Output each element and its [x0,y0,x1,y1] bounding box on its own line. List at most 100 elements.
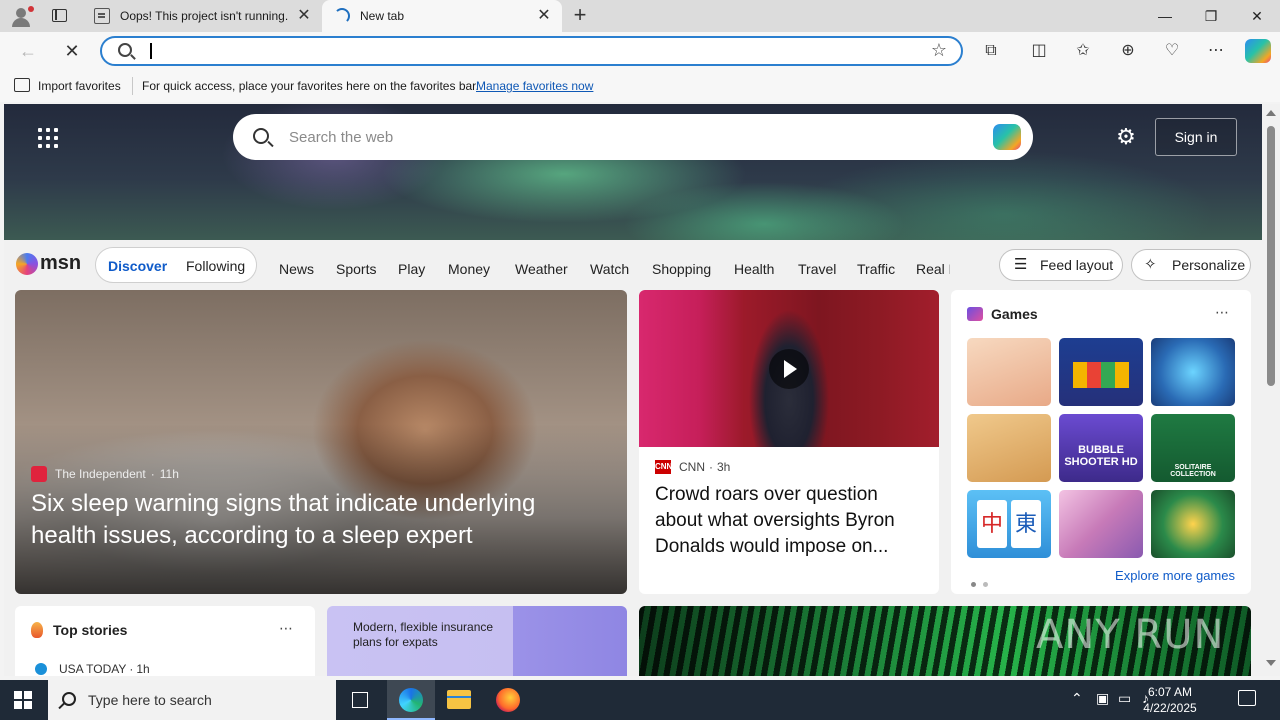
copilot-icon[interactable] [993,124,1021,150]
tab-discover[interactable]: Discover [108,258,167,274]
msn-nav-bar: msn Discover Following News Sports Play … [4,240,1262,290]
feed-layout-button[interactable]: ☰ Feed layout [999,249,1123,281]
page-icon [94,8,110,24]
nav-watch[interactable]: Watch [590,261,629,277]
explore-more-games-link[interactable]: Explore more games [1115,568,1235,583]
more-options-icon[interactable]: ⋯ [1215,304,1229,321]
manage-favorites-link[interactable]: Manage favorites now [476,79,593,93]
close-window-button[interactable]: ✕ [1234,0,1280,32]
games-icon [967,307,983,321]
clock-date: 4/22/2025 [1143,701,1197,715]
close-tab-icon[interactable]: ✕ [294,6,314,26]
network-icon[interactable]: ▭ [1118,690,1131,707]
nav-traffic[interactable]: Traffic [857,261,895,277]
personalize-button[interactable]: ✧ Personalize [1131,249,1251,281]
file-explorer-button[interactable] [435,680,483,720]
favorites-bar: Import favorites For quick access, place… [0,70,1280,102]
split-screen-icon[interactable]: ◫ [1027,40,1051,62]
favorite-star-icon[interactable]: ☆ [931,40,947,61]
game-tile-mahjong[interactable]: 中 東 [967,490,1051,558]
browser-essentials-icon[interactable]: ♡ [1160,40,1184,62]
more-options-icon[interactable]: ⋯ [279,620,293,637]
edge-taskbar-button[interactable] [387,680,435,720]
collections-icon[interactable]: ⊕ [1116,40,1140,62]
tab-actions-icon[interactable] [50,6,70,26]
address-bar[interactable]: ☆ [100,36,963,66]
new-tab-button[interactable]: + [568,4,592,28]
sign-in-button[interactable]: Sign in [1155,118,1237,156]
nav-news[interactable]: News [279,261,314,277]
tab-title: Oops! This project isn't running. [120,9,289,23]
publisher-logo [35,663,47,675]
hero-article-card[interactable]: The Independent · 11h Six sleep warning … [15,290,627,594]
nav-shopping[interactable]: Shopping [652,261,711,277]
nav-weather[interactable]: Weather [515,261,568,277]
clock[interactable]: 6:07 AM 4/22/2025 [1140,684,1200,716]
back-button[interactable]: ← [14,39,42,63]
stop-loading-button[interactable]: ✕ [58,39,86,63]
start-button[interactable] [14,691,32,709]
settings-more-icon[interactable]: ⋯ [1204,40,1228,62]
flame-icon [31,622,43,638]
publisher-logo [31,466,47,482]
nav-travel[interactable]: Travel [798,261,836,277]
ad-card[interactable]: Modern, flexible insurance plans for exp… [327,606,627,676]
nav-play[interactable]: Play [398,261,425,277]
play-icon[interactable] [769,349,809,389]
firefox-button[interactable] [484,680,532,720]
task-view-button[interactable] [336,680,384,720]
minimize-button[interactable]: — [1142,0,1188,32]
publisher-logo: CNN [655,460,672,474]
tab-new-tab[interactable]: New tab ✕ [322,0,562,32]
game-tile-bubble-shooter[interactable]: BUBBLE SHOOTER HD [1059,414,1143,482]
article-title[interactable]: Six sleep warning signs that indicate un… [31,488,591,552]
gear-icon[interactable]: ⚙ [1115,126,1137,148]
nav-health[interactable]: Health [734,261,774,277]
article-title[interactable]: Crowd roars over question about what ove… [655,482,927,560]
restore-button[interactable]: ❐ [1188,0,1234,32]
taskbar-search-box[interactable]: Type here to search [48,680,336,720]
scroll-thumb[interactable] [1267,126,1275,386]
tab-oops-project[interactable]: Oops! This project isn't running. ✕ [82,0,322,32]
tab-following[interactable]: Following [186,258,245,274]
nav-money[interactable]: Money [448,261,490,277]
game-tile[interactable] [967,338,1051,406]
navigation-bar: ← ✕ ☆ ⧉ ◫ ✩ ⊕ ♡ ⋯ [0,32,1280,70]
nav-sports[interactable]: Sports [336,261,376,277]
device-icon[interactable]: ▣ [1096,690,1109,707]
watermark-logo: ANY RUN [1036,612,1225,658]
import-favorites-button[interactable]: Import favorites [38,79,121,93]
article-source: The Independent · 11h [31,466,179,482]
scroll-up-arrow-icon[interactable] [1266,110,1276,116]
game-tile[interactable] [1151,338,1235,406]
ad-text: Modern, flexible insurance plans for exp… [353,620,494,649]
game-tile[interactable] [1059,490,1143,558]
game-tile[interactable] [1151,490,1235,558]
text-caret [150,43,152,59]
nav-real-estate[interactable]: Real E [916,261,950,277]
page-scrollbar[interactable] [1262,104,1280,676]
extensions-icon[interactable]: ⧉ [979,40,1003,62]
aurora-background: Search the web ⚙ Sign in [4,104,1262,240]
game-tile[interactable] [1059,338,1143,406]
favorites-icon[interactable]: ✩ [1071,40,1095,62]
web-search-box[interactable]: Search the web [233,114,1033,160]
copilot-icon[interactable] [1245,39,1271,63]
msn-new-tab-page: Search the web ⚙ Sign in msn Discover Fo… [4,104,1262,676]
favorites-message: For quick access, place your favorites h… [142,79,479,93]
clock-time: 6:07 AM [1147,685,1193,699]
notifications-icon[interactable] [1238,690,1256,706]
video-article-card[interactable]: CNN CNN · 3h Crowd roars over question a… [639,290,939,594]
games-card: Games ⋯ BUBBLE SHOOTER HD SOLITAIRE COLL… [951,290,1251,594]
apps-launcher-icon[interactable] [38,128,58,148]
profile-avatar-icon[interactable] [8,4,34,28]
close-tab-icon[interactable]: ✕ [534,6,554,26]
scroll-down-arrow-icon[interactable] [1266,660,1276,666]
game-tile-solitaire[interactable]: SOLITAIRE COLLECTION [1151,414,1235,482]
game-tile[interactable] [967,414,1051,482]
carousel-pager[interactable] [971,574,995,592]
edge-icon [399,688,423,712]
title-bar: Oops! This project isn't running. ✕ New … [0,0,1280,32]
msn-logo[interactable]: msn [16,249,82,279]
chevron-up-icon[interactable]: ⌃ [1071,690,1083,707]
